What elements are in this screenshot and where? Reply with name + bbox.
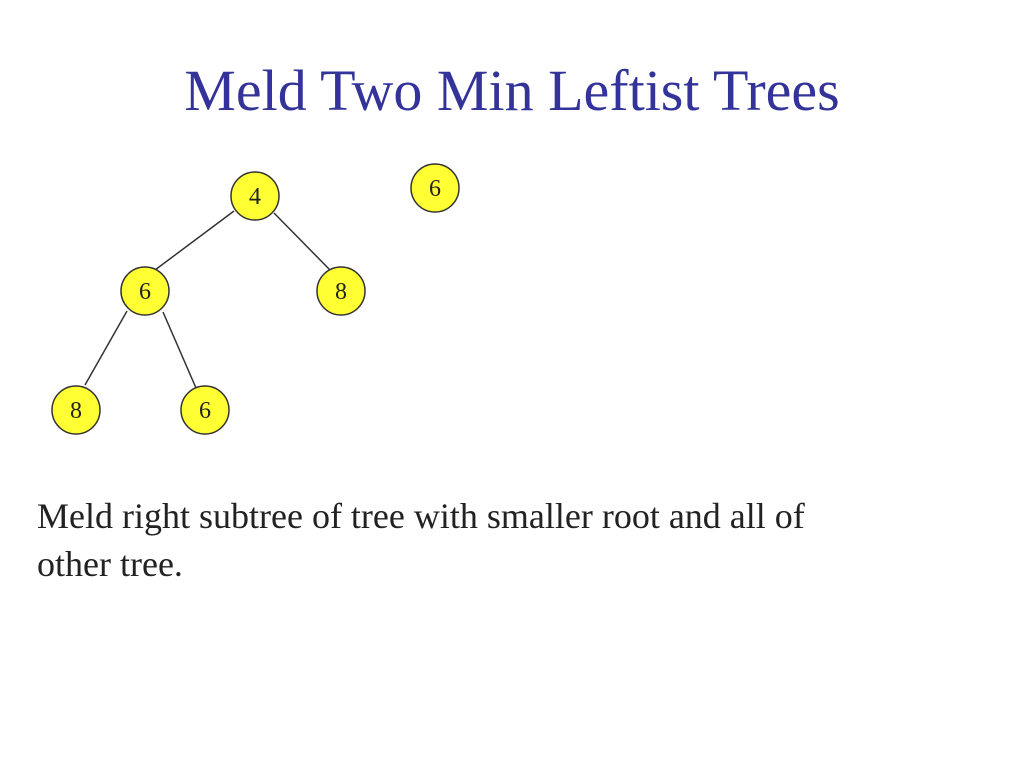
caption-line-1: Meld right subtree of tree with smaller … xyxy=(37,496,805,536)
tree-a-root-node: 4 xyxy=(230,171,280,221)
tree-a-left-node: 6 xyxy=(120,266,170,316)
tree-a-left-left-node: 8 xyxy=(51,385,101,435)
edge-4-to-8 xyxy=(273,212,331,271)
edge-6-to-8 xyxy=(84,310,128,386)
tree-a-root-label: 4 xyxy=(249,184,261,210)
edge-6-to-6 xyxy=(162,311,197,389)
edge-4-to-6 xyxy=(154,210,235,271)
tree-a-right-label: 8 xyxy=(335,279,347,305)
tree-a-left-left-label: 8 xyxy=(70,398,82,424)
leftist-trees-diagram: 4 6 8 8 6 6 xyxy=(51,163,460,435)
tree-b-root-label: 6 xyxy=(429,176,441,202)
tree-a-left-right-node: 6 xyxy=(180,385,230,435)
caption-line-2: other tree. xyxy=(37,544,183,584)
tree-b-root-node: 6 xyxy=(410,163,460,213)
tree-a-left-label: 6 xyxy=(139,279,151,305)
slide-caption: Meld right subtree of tree with smaller … xyxy=(37,492,937,588)
slide: Meld Two Min Leftist Trees 4 6 8 8 6 6 M… xyxy=(0,0,1024,768)
tree-a-right-node: 8 xyxy=(316,266,366,316)
tree-a-left-right-label: 6 xyxy=(199,398,211,424)
